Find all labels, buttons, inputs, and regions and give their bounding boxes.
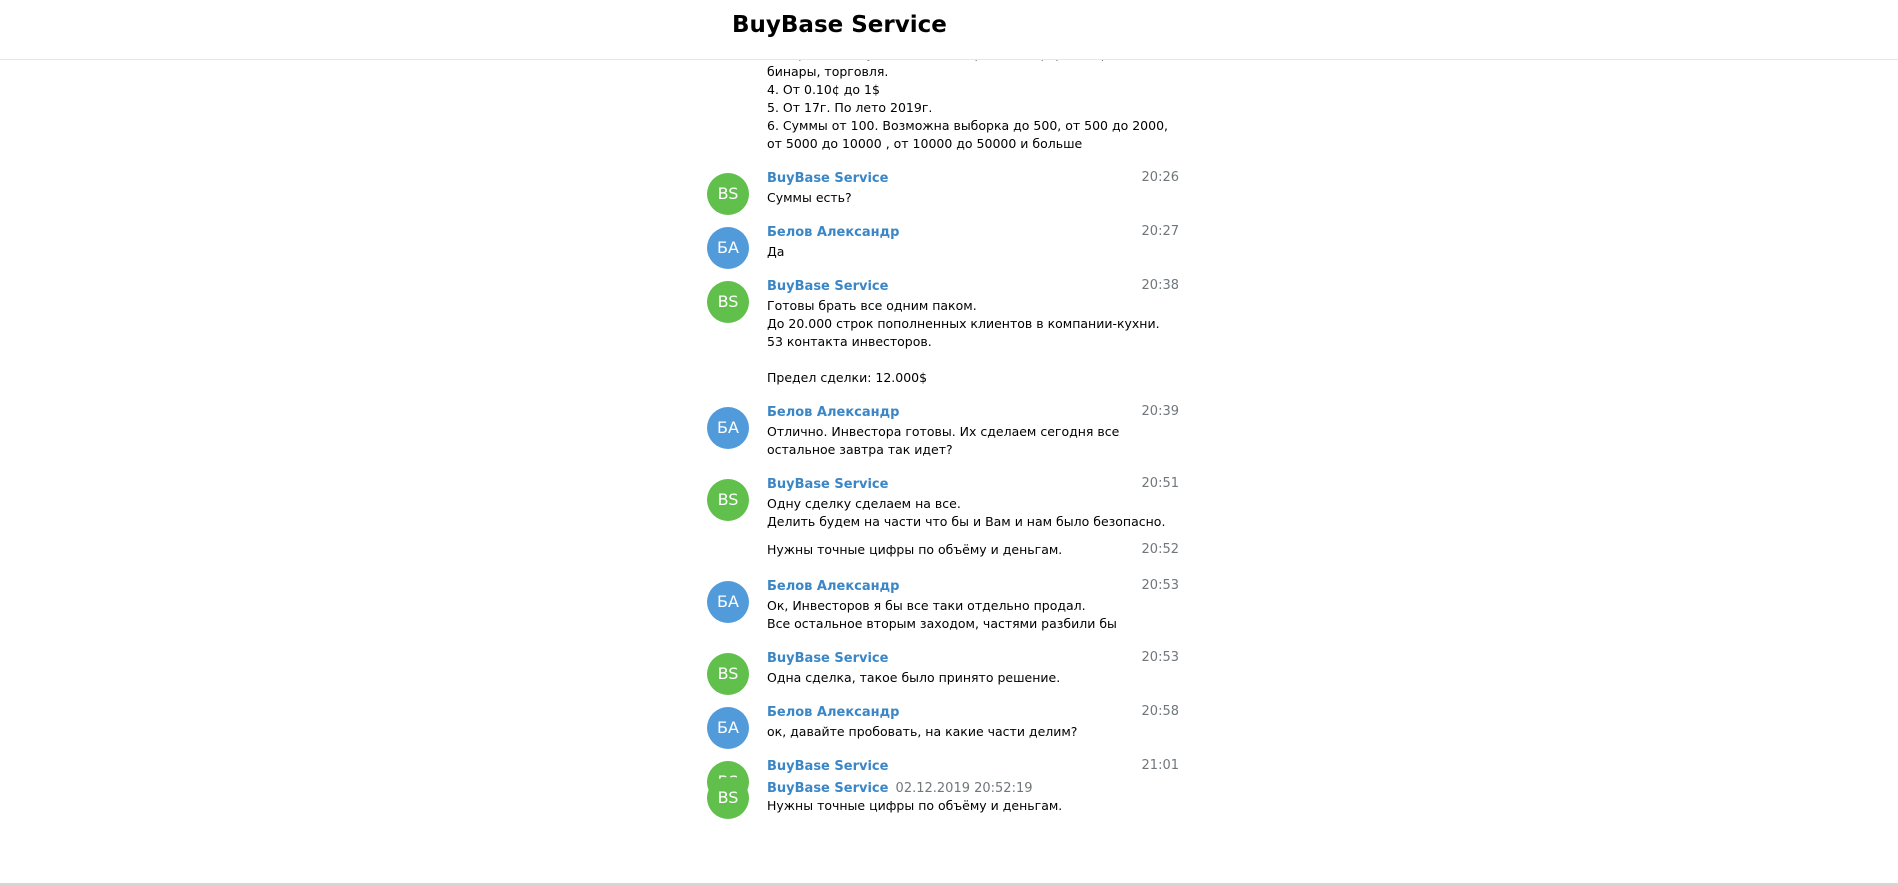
message-text: Суммы есть?: [767, 190, 852, 205]
message: BS BuyBase Service 20:38 Готовы брать вс…: [707, 275, 1191, 387]
message-text: ок, давайте пробовать, на какие части де…: [767, 724, 1078, 739]
sender-name[interactable]: BuyBase Service: [767, 651, 888, 666]
message: BS BuyBase Service 20:51 Одну сделку сде…: [707, 473, 1191, 531]
avatar: БА: [707, 407, 749, 449]
forwarded-message: BS BuyBase Service 02.12.2019 20:52:19 Н…: [707, 777, 1191, 819]
avatar: BS: [707, 173, 749, 215]
message: БА Белов Александр 20:39 Отлично. Инвест…: [707, 401, 1191, 459]
message-time: 20:26: [1141, 170, 1179, 185]
sender-name[interactable]: Белов Александр: [767, 405, 899, 420]
message: BS BuyBase Service 21:01 BS BuyBase Serv…: [707, 755, 1191, 819]
message-text: Нужны точные цифры по объёму и деньгам.: [767, 542, 1063, 557]
page-header: BuyBase Service: [0, 0, 1898, 60]
message-time: 20:53: [1141, 650, 1179, 665]
message-time: 20:58: [1141, 704, 1179, 719]
avatar: BS: [707, 479, 749, 521]
message-text: Одна сделка, такое было принято решение.: [767, 670, 1061, 685]
avatar: БА: [707, 581, 749, 623]
message-joined: Нужны точные цифры по объёму и деньгам. …: [707, 539, 1191, 561]
message: БА Белов Александр 20:53 Ок, Инвесторов …: [707, 575, 1191, 633]
sender-name[interactable]: Белов Александр: [767, 705, 899, 720]
sender-name[interactable]: Белов Александр: [767, 225, 899, 240]
message: БА Белов Александр 20:58 ок, давайте про…: [707, 701, 1191, 749]
message: БА Белов Александр 20:27 Да: [707, 221, 1191, 269]
avatar: BS: [707, 653, 749, 695]
forwarded-avatar: BS: [707, 777, 749, 819]
message-time: 20:38: [1141, 278, 1179, 293]
message-time: 20:52: [1141, 542, 1179, 557]
sender-name[interactable]: BuyBase Service: [767, 279, 888, 294]
message-time: 20:27: [1141, 224, 1179, 239]
avatar: БА: [707, 227, 749, 269]
page-title: BuyBase Service: [732, 12, 947, 38]
sender-name[interactable]: BuyBase Service: [767, 477, 888, 492]
forwarded-text: Нужны точные цифры по объёму и деньгам.: [767, 798, 1063, 813]
message: BS BuyBase Service 20:26 Суммы есть?: [707, 167, 1191, 215]
forwarded-date: 02.12.2019 20:52:19: [895, 781, 1033, 796]
message-time: 20:51: [1141, 476, 1179, 491]
message-time: 20:53: [1141, 578, 1179, 593]
message-history[interactable]: 3. Торговля, обучение, инвестирования, ф…: [0, 60, 1898, 883]
message: BS BuyBase Service 20:53 Одна сделка, та…: [707, 647, 1191, 695]
chat-export-page: 3. Торговля, обучение, инвестирования, ф…: [0, 0, 1898, 885]
message-text: Одну сделку сделаем на все. Делить будем…: [767, 496, 1166, 529]
avatar: БА: [707, 707, 749, 749]
message-partial: 3. Торговля, обучение, инвестирования, ф…: [707, 60, 1191, 153]
message-text: 3. Торговля, обучение, инвестирования, ф…: [767, 60, 1169, 151]
message-text: Да: [767, 244, 785, 259]
message-text: Готовы брать все одним паком. До 20.000 …: [767, 298, 1160, 385]
message-time: 21:01: [1141, 758, 1179, 773]
message-list: 3. Торговля, обучение, инвестирования, ф…: [707, 60, 1191, 829]
avatar: BS: [707, 281, 749, 323]
forwarded-sender-name[interactable]: BuyBase Service: [767, 781, 888, 796]
message-time: 20:39: [1141, 404, 1179, 419]
sender-name[interactable]: BuyBase Service: [767, 171, 888, 186]
sender-name[interactable]: Белов Александр: [767, 579, 899, 594]
sender-name[interactable]: BuyBase Service: [767, 759, 888, 774]
message-text: Отлично. Инвестора готовы. Их сделаем се…: [767, 424, 1120, 457]
message-text: Ок, Инвесторов я бы все таки отдельно пр…: [767, 598, 1117, 631]
